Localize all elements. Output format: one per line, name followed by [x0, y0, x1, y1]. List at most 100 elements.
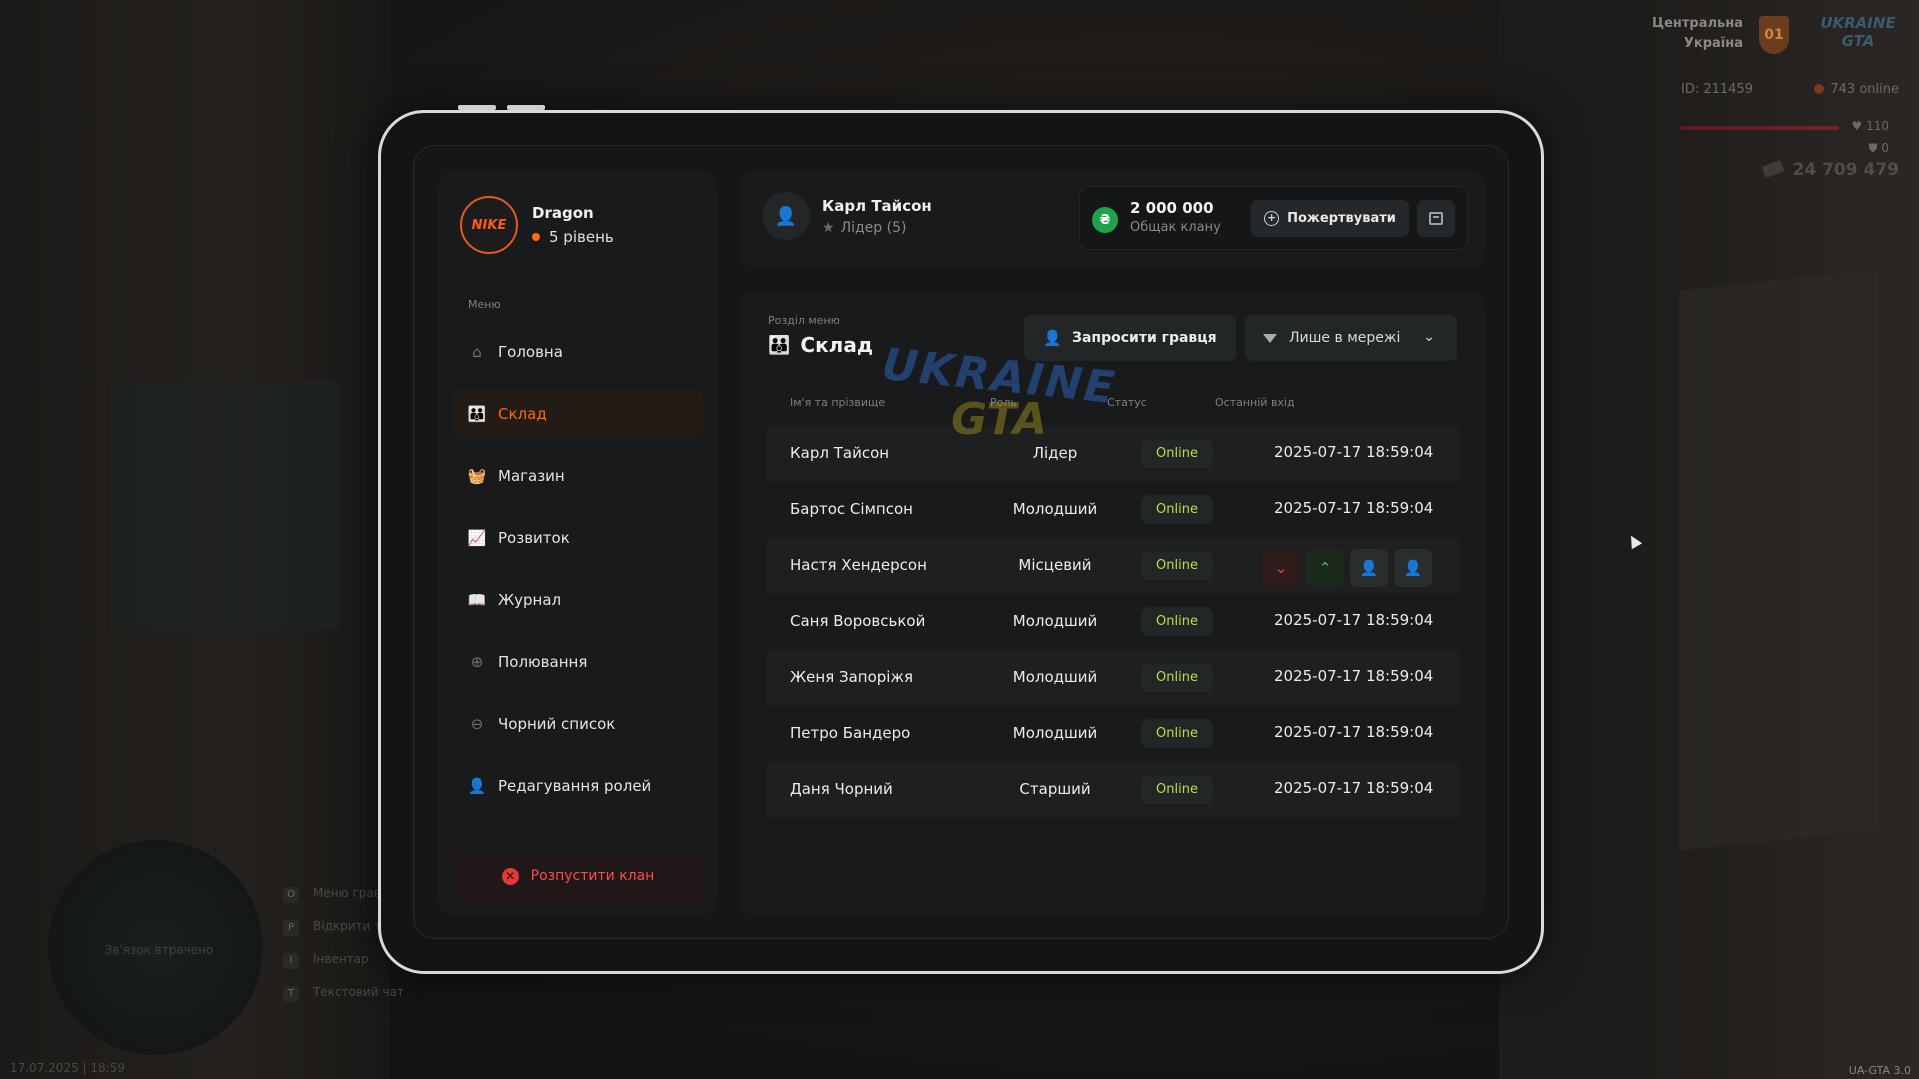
- crosshair-icon: ⊕: [470, 652, 484, 671]
- hud-datetime: 17.07.2025 | 18:59: [10, 1061, 125, 1075]
- plus-circle-icon: +: [1264, 211, 1280, 226]
- user-remove-icon: 👤: [1359, 559, 1379, 577]
- user-role: ★ Лідер (5): [822, 219, 907, 236]
- hud-player-id: ID: 211459: [1681, 82, 1753, 97]
- section-caption: Розділ меню: [768, 314, 840, 327]
- sidebar-item-label: Розвиток: [498, 528, 570, 547]
- tablet-side-button: [458, 105, 496, 110]
- user-avatar-icon: 👤: [762, 192, 810, 240]
- table-row[interactable]: Петро Бандеро Молодший Online 2025-07-17 18…: [766, 706, 1460, 762]
- promote-button[interactable]: ⌃: [1306, 549, 1344, 587]
- column-header-last-login: Останній вхід: [1215, 396, 1295, 409]
- sidebar-item-label: Головна: [498, 342, 563, 361]
- status-badge: Online: [1141, 495, 1213, 524]
- member-role: Молодший: [1012, 612, 1098, 630]
- hryvnia-coin-icon: ₴: [1092, 207, 1118, 233]
- sidebar-item-5[interactable]: ⊕ Полювання: [452, 636, 704, 687]
- sidebar-item-0[interactable]: ⌂ Головна: [452, 326, 704, 377]
- member-name: Женя Запоріжя: [790, 668, 914, 686]
- status-badge: Online: [1141, 663, 1213, 692]
- hud-location: Центральна Україна: [1652, 16, 1743, 51]
- member-role: Старший: [1019, 780, 1091, 798]
- member-last-login: 2025-07-17 18:59:04: [1274, 611, 1434, 629]
- server-logo: UKRAINE GTA: [1820, 14, 1896, 50]
- hud-armor: ⛊ 0: [1868, 141, 1889, 155]
- member-last-login: 2025-07-17 18:59:04: [1274, 499, 1434, 517]
- table-row[interactable]: Саня Воровськой Молодший Online 2025-07-17 …: [766, 594, 1460, 650]
- status-badge: Online: [1141, 607, 1213, 636]
- member-role: Молодший: [1012, 668, 1098, 686]
- add-member-button[interactable]: 👤: [1394, 549, 1432, 587]
- shop-basket-icon: 🧺: [467, 466, 487, 485]
- wallet-button[interactable]: [1417, 200, 1455, 237]
- background-panel: [110, 380, 340, 630]
- level-dot-icon: [532, 233, 540, 241]
- member-name: Петро Бандеро: [790, 724, 911, 742]
- status-badge: Online: [1141, 775, 1213, 804]
- table-row[interactable]: Женя Запоріжя Молодший Online 2025-07-17 18…: [766, 650, 1460, 706]
- member-actions: ⌄ ⌃ 👤 👤: [1262, 549, 1432, 587]
- invite-player-button[interactable]: 👤 Запросити гравця: [1024, 315, 1236, 361]
- tablet-frame: NIKE Dragon 5 рівень Меню ⌂ Головна 👪 Склад…: [378, 110, 1544, 974]
- member-name: Карл Тайсон: [790, 444, 890, 462]
- kick-member-button[interactable]: 👤: [1350, 549, 1388, 587]
- filter-icon: [1263, 333, 1277, 343]
- online-filter-select[interactable]: Лише в мережі ⌄: [1245, 315, 1457, 361]
- chevron-up-icon: ⌃: [1318, 559, 1332, 577]
- sidebar-item-label: Редагування ролей: [498, 776, 652, 795]
- clan-profile: NIKE Dragon 5 рівень: [460, 196, 614, 254]
- donate-button[interactable]: + Пожертвувати: [1251, 200, 1409, 237]
- sidebar-item-label: Склад: [498, 404, 547, 423]
- current-user: 👤 Карл Тайсон ★ Лідер (5): [762, 192, 932, 240]
- sidebar-item-3[interactable]: 📈 Розвиток: [452, 512, 704, 563]
- table-row[interactable]: Настя Хендерсон Місцевий Online ⌄ ⌃ 👤 👤: [766, 538, 1460, 594]
- minimap-status: Зв'язок втрачено: [104, 943, 214, 957]
- sidebar-item-7[interactable]: 👤 Редагування ролей: [452, 760, 704, 811]
- member-name: Даня Чорний: [790, 780, 893, 798]
- table-row[interactable]: Карл Тайсон Лідер Online 2025-07-17 18:59:0…: [766, 426, 1460, 482]
- members-table: Карл Тайсон Лідер Online 2025-07-17 18:59:0…: [766, 426, 1460, 818]
- sidebar-item-4[interactable]: 📖 Журнал: [452, 574, 704, 625]
- hud-online-count: 743 online: [1814, 82, 1899, 97]
- star-icon: ★: [822, 219, 835, 236]
- demote-button[interactable]: ⌄: [1262, 549, 1300, 587]
- member-name: Бартос Сімпсон: [790, 500, 913, 518]
- member-last-login: 2025-07-17 18:59:04: [1274, 779, 1434, 797]
- fund-label: Общак клану: [1130, 220, 1221, 235]
- member-name: Настя Хендерсон: [790, 556, 927, 574]
- sidebar-item-label: Магазин: [498, 466, 565, 485]
- user-name: Карл Тайсон: [822, 196, 932, 215]
- member-role: Місцевий: [1018, 556, 1092, 574]
- sidebar-item-2[interactable]: 🧺 Магазин: [452, 450, 704, 501]
- sidebar-item-1[interactable]: 👪 Склад: [452, 388, 704, 439]
- status-badge: Online: [1141, 439, 1213, 468]
- member-role: Лідер: [1032, 444, 1078, 462]
- tablet-side-button: [507, 105, 545, 110]
- column-header-role: Роль: [990, 396, 1017, 409]
- member-last-login: 2025-07-17 18:59:04: [1274, 723, 1434, 741]
- members-icon: 👪: [467, 404, 487, 423]
- sidebar: NIKE Dragon 5 рівень Меню ⌂ Головна 👪 Склад…: [438, 170, 718, 915]
- wallet-icon: [1429, 212, 1443, 225]
- header-card: 👤 Карл Тайсон ★ Лідер (5) ₴ 2 000 000 Общ…: [740, 170, 1486, 267]
- sidebar-item-6[interactable]: ⊖ Чорний список: [452, 698, 704, 749]
- hint-inventory: I Інвентар: [283, 952, 369, 969]
- background-door: [1679, 269, 1879, 851]
- members-panel: Розділ меню 👪 Склад 👤 Запросити гравця Л…: [740, 291, 1486, 915]
- hud-money: 24 709 479: [1761, 159, 1899, 180]
- status-badge: Online: [1141, 551, 1213, 580]
- column-header-status: Статус: [1107, 396, 1147, 409]
- table-row[interactable]: Даня Чорний Старший Online 2025-07-17 18:59…: [766, 762, 1460, 818]
- home-icon: ⌂: [472, 342, 482, 361]
- minus-circle-icon: ⊖: [470, 714, 484, 733]
- status-badge: Online: [1141, 719, 1213, 748]
- table-row[interactable]: Бартос Сімпсон Молодший Online 2025-07-17 1…: [766, 482, 1460, 538]
- user-add-icon: 👤: [1403, 559, 1423, 577]
- member-role: Молодший: [1012, 724, 1098, 742]
- chart-line-icon: 📈: [467, 528, 487, 547]
- disband-clan-button[interactable]: ✕ Розпустити клан: [452, 850, 704, 902]
- sidebar-menu: ⌂ Головна 👪 Склад 🧺 Магазин 📈 Розвиток 📖 Журнал ⊕ П…: [452, 326, 704, 822]
- hud-health: ♥ 110: [1851, 119, 1889, 133]
- sidebar-item-label: Чорний список: [498, 714, 616, 733]
- page-title: 👪 Склад: [768, 333, 873, 357]
